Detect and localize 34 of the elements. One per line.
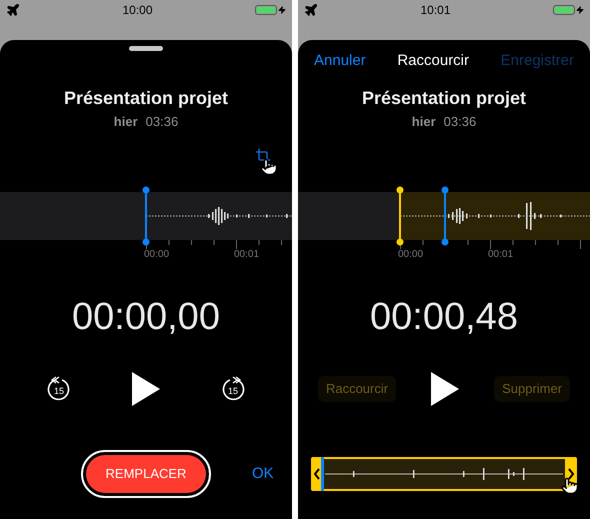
play-button[interactable] bbox=[430, 371, 460, 407]
rewind-icon bbox=[46, 375, 72, 403]
playhead[interactable] bbox=[142, 186, 150, 246]
timeline-label: 00:01 bbox=[488, 249, 514, 261]
recording-duration: 03:36 bbox=[444, 113, 476, 132]
ok-button[interactable]: OK bbox=[252, 462, 274, 486]
airplane-icon bbox=[6, 3, 20, 17]
cancel-button[interactable]: Annuler bbox=[314, 50, 366, 72]
skip-forward-button[interactable]: 15 bbox=[220, 375, 246, 403]
recording-title: Présentation projet bbox=[362, 86, 526, 110]
hand-cursor-icon bbox=[260, 158, 278, 176]
status-time: 10:01 bbox=[420, 2, 451, 19]
grabber-handle[interactable] bbox=[129, 46, 163, 51]
trim-start-handle[interactable] bbox=[396, 186, 404, 246]
timeline-label: 00:01 bbox=[234, 249, 260, 261]
elapsed-timer: 00:00,00 bbox=[72, 294, 220, 340]
timeline-label: 00:00 bbox=[398, 249, 424, 261]
recording-duration: 03:36 bbox=[146, 113, 178, 132]
battery-icon bbox=[255, 5, 286, 15]
replace-button[interactable]: REMPLACER bbox=[81, 450, 211, 498]
skip-back-button[interactable]: 15 bbox=[46, 375, 72, 403]
timeline-label: 00:00 bbox=[144, 249, 170, 261]
recording-date: hier bbox=[114, 113, 138, 132]
recording-date: hier bbox=[412, 113, 436, 132]
sheet-title: Raccourcir bbox=[397, 50, 470, 71]
playhead[interactable] bbox=[441, 186, 449, 246]
status-time: 10:00 bbox=[122, 2, 153, 19]
hand-cursor-icon bbox=[561, 477, 579, 495]
elapsed-timer: 00:00,48 bbox=[370, 294, 518, 340]
play-button[interactable] bbox=[131, 371, 161, 407]
forward-icon bbox=[220, 375, 246, 403]
airplane-icon bbox=[304, 3, 318, 17]
battery-icon bbox=[553, 5, 584, 15]
recording-title: Présentation projet bbox=[64, 86, 228, 110]
